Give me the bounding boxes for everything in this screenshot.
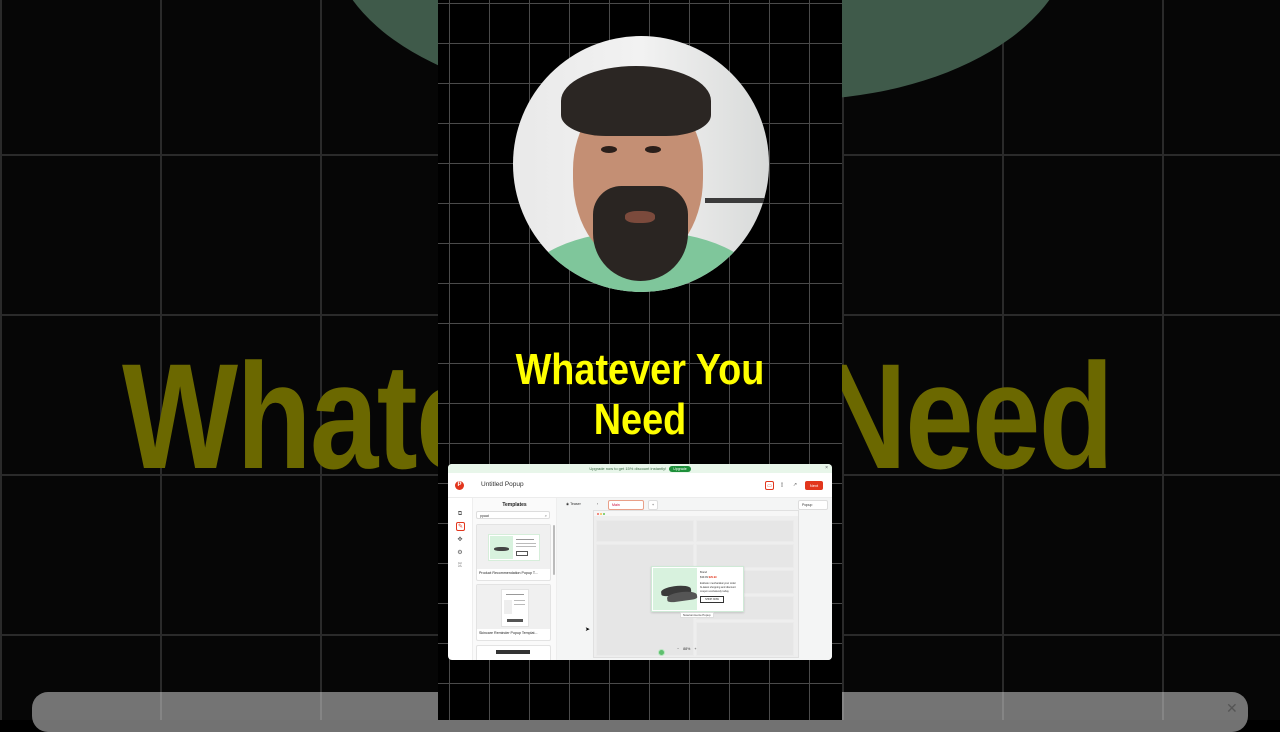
blurred-portrait-edge	[330, 0, 438, 100]
templates-heading: Templates	[502, 502, 527, 508]
zoom-level: 88%	[683, 647, 691, 651]
close-icon[interactable]: ✕	[1226, 700, 1238, 717]
popup-desc: Exklusiv mechanikal your order	[700, 582, 736, 585]
external-link-icon[interactable]: ↗	[791, 481, 799, 489]
mouse-cursor-icon: ➤	[585, 627, 591, 633]
tool-rail: ⧉ ✎ ✥ ⚙ ♖	[448, 498, 473, 660]
trophy-icon[interactable]: ♖	[456, 562, 464, 570]
template-search-input[interactable]: ppaat ⌕	[476, 511, 550, 519]
popup-desc: bi-latest shopping and discount	[700, 586, 736, 589]
scrollbar[interactable]	[553, 525, 555, 575]
app-logo: P	[455, 481, 464, 490]
template-name: Skincare Reminder Popup Templat...	[479, 631, 538, 635]
blurred-headline-right: u Need	[842, 332, 1114, 500]
editor-canvas: ◉ Teaser › Main + Popup Brand $39.99 $29…	[557, 498, 832, 660]
headline-caption: Whatever You Need	[515, 345, 765, 444]
popup-type-dropdown[interactable]: Popup	[798, 500, 828, 510]
brush-icon[interactable]: ✎	[456, 522, 465, 531]
popup-price: $29.99	[708, 576, 717, 579]
popup-cta-button[interactable]: SHOP NOW	[700, 596, 724, 603]
template-card[interactable]: Skincare Reminder Popup Templat...	[476, 584, 551, 641]
zoom-control[interactable]: − 88% +	[677, 646, 696, 653]
popup-type-value: Popup	[802, 503, 813, 507]
app-screenshot: Upgrade now to get 15% discount instantl…	[448, 464, 832, 660]
templates-panel: Templates ppaat ⌕ Product Recommendation…	[473, 498, 557, 660]
step-dropdown[interactable]: Main	[608, 500, 644, 510]
trigger-label: Teaser	[570, 502, 581, 506]
presenter-avatar	[513, 36, 769, 292]
search-icon: ⌕	[544, 513, 547, 518]
popup-desc: coupon exclusively today	[700, 590, 729, 593]
template-name: Product Recommendation Popup T...	[479, 571, 538, 575]
blurred-headline-left: Whate	[122, 332, 438, 500]
product-image	[653, 568, 698, 610]
popup-preview[interactable]: Brand $39.99 $29.99 Exklusiv mechanikal …	[651, 566, 744, 612]
template-thumbnail	[477, 585, 550, 629]
zoom-out-button[interactable]: −	[677, 647, 679, 651]
blurred-portrait-edge	[842, 0, 1072, 100]
template-thumbnail	[477, 525, 550, 569]
move-icon[interactable]: ✥	[456, 536, 464, 544]
blurred-background-right: u Need	[842, 0, 1280, 720]
browser-preview: Brand $39.99 $29.99 Exklusiv mechanikal …	[593, 510, 799, 658]
upgrade-button[interactable]: Upgrade	[669, 465, 691, 472]
chevron-right-icon: ›	[597, 502, 599, 506]
layers-icon[interactable]: ⧉	[456, 510, 464, 518]
template-search-value: ppaat	[480, 514, 489, 518]
desktop-preview-icon[interactable]: ▭	[765, 481, 774, 490]
trigger-selector[interactable]: ◉ Teaser	[566, 500, 581, 508]
step-dropdown-value: Main	[612, 503, 620, 507]
zoom-in-button[interactable]: +	[694, 647, 696, 651]
blurred-background-left: Whate	[0, 0, 438, 720]
popup-label: Nowcommerce Popup	[680, 612, 714, 618]
mobile-preview-icon[interactable]: ▯	[778, 481, 786, 489]
popup-title[interactable]: Untitled Popup	[481, 481, 524, 488]
editor-topbar: P Untitled Popup ▭ ▯ ↗ Next	[448, 473, 832, 498]
next-button[interactable]: Next	[805, 481, 823, 490]
promo-banner: Upgrade now to get 15% discount instantl…	[448, 464, 832, 473]
close-icon[interactable]: ×	[825, 465, 828, 471]
popup-eyebrow: Brand	[700, 571, 707, 574]
template-card[interactable]	[476, 645, 551, 660]
add-step-button[interactable]: +	[648, 500, 659, 510]
popup-old-price: $39.99	[700, 576, 708, 579]
status-dot	[658, 649, 665, 656]
settings-icon[interactable]: ⚙	[456, 549, 464, 557]
promo-text: Upgrade now to get 15% discount instantl…	[589, 466, 667, 471]
template-card[interactable]: Product Recommendation Popup T...	[476, 524, 551, 581]
